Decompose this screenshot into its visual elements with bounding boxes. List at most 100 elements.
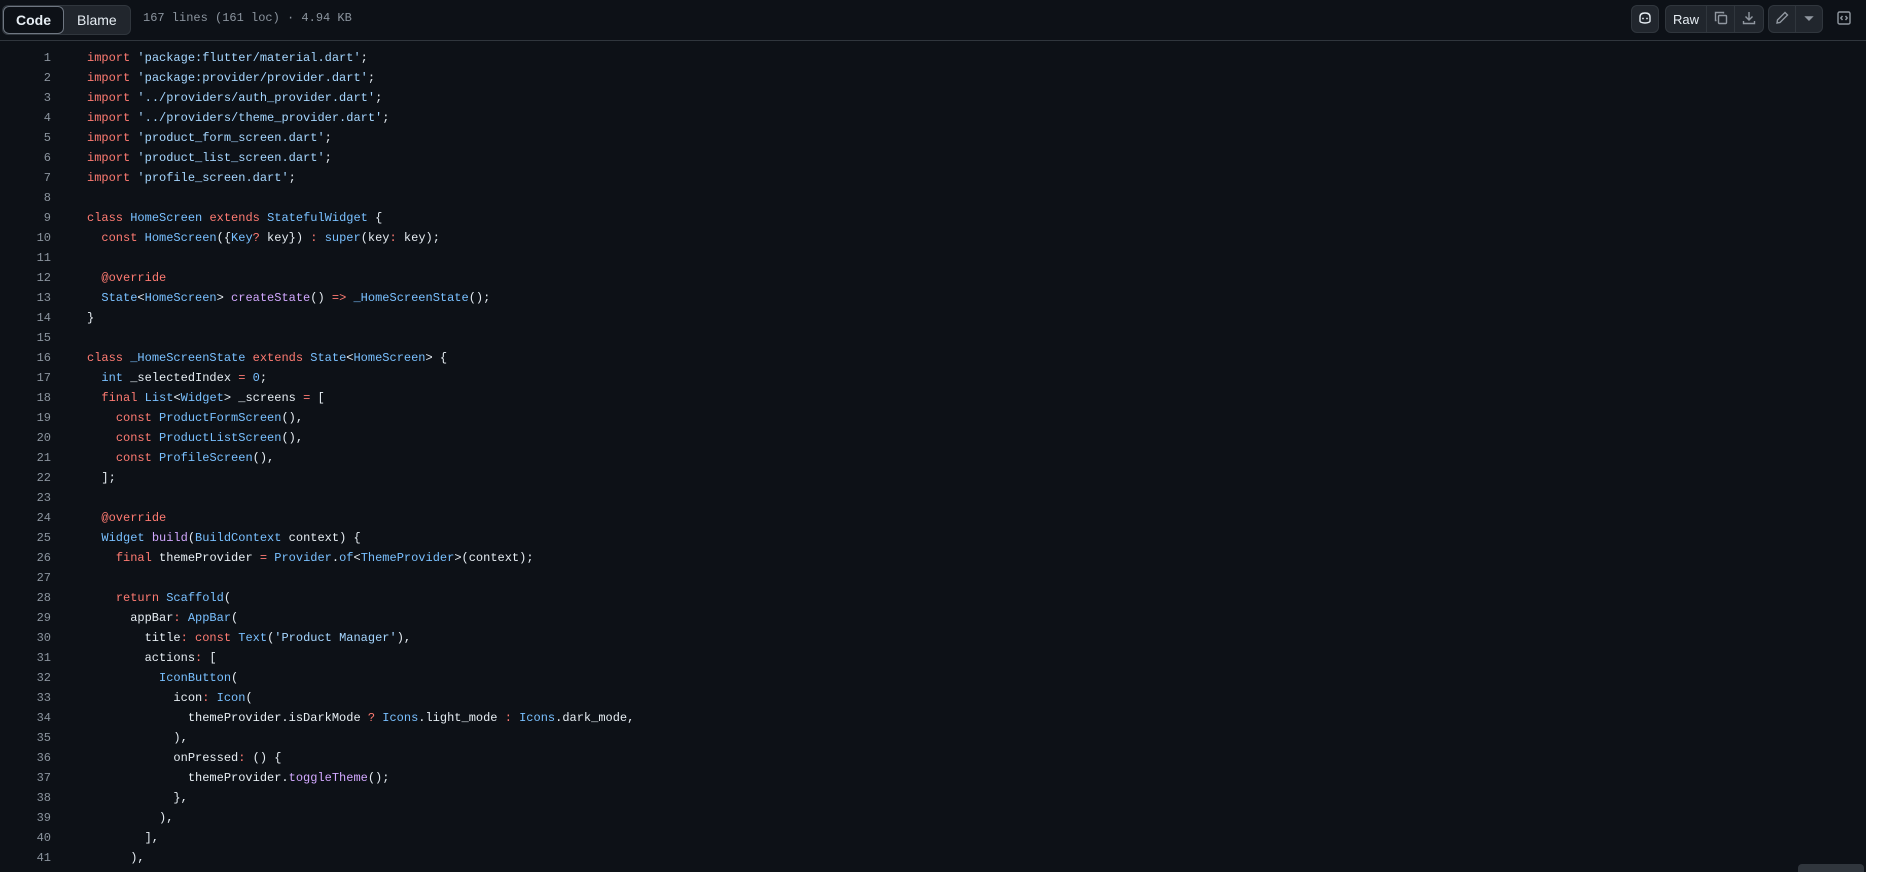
code-token: 0 — [252, 371, 260, 385]
code-tab[interactable]: Code — [3, 6, 64, 34]
line-number[interactable]: 12 — [0, 268, 51, 288]
symbols-panel-button[interactable] — [1831, 5, 1857, 33]
line-number[interactable]: 33 — [0, 688, 51, 708]
line-code: const HomeScreen({Key? key}) : super(key… — [87, 228, 440, 248]
line-number[interactable]: 31 — [0, 648, 51, 668]
code-token: : — [173, 611, 181, 625]
code-token: import — [87, 111, 131, 125]
code-token: () { — [245, 751, 282, 765]
code-token: Key — [231, 231, 253, 245]
line-number[interactable]: 34 — [0, 708, 51, 728]
line-number[interactable]: 32 — [0, 668, 51, 688]
line-number[interactable]: 10 — [0, 228, 51, 248]
code-token: State — [310, 351, 347, 365]
line-number[interactable]: 22 — [0, 468, 51, 488]
page-scrollbar[interactable] — [1866, 0, 1879, 872]
code-line: 11 — [0, 248, 1866, 268]
line-number[interactable]: 40 — [0, 828, 51, 848]
code-token: _HomeScreenState — [353, 291, 469, 305]
code-token: ( — [231, 671, 239, 685]
line-number[interactable]: 6 — [0, 148, 51, 168]
code-token: }, — [87, 791, 188, 805]
line-number[interactable]: 20 — [0, 428, 51, 448]
line-number[interactable]: 38 — [0, 788, 51, 808]
code-token: List — [144, 391, 174, 405]
line-code: const ProfileScreen(), — [87, 448, 274, 468]
line-number[interactable]: 28 — [0, 588, 51, 608]
blame-tab[interactable]: Blame — [64, 6, 130, 34]
code-viewer: Code Blame 167 lines (161 loc) · 4.94 KB… — [0, 0, 1879, 872]
code-token: (), — [281, 431, 304, 445]
code-token: 'package:flutter/material.dart' — [137, 51, 361, 65]
line-number[interactable]: 35 — [0, 728, 51, 748]
code-token: > _screens — [223, 391, 304, 405]
line-number[interactable]: 16 — [0, 348, 51, 368]
code-line: 1 import 'package:flutter/material.dart'; — [0, 48, 1866, 68]
code-line: 20 const ProductListScreen(), — [0, 428, 1866, 448]
copilot-icon — [1637, 10, 1653, 29]
line-number[interactable]: 39 — [0, 808, 51, 828]
edit-more-button[interactable] — [1796, 5, 1823, 33]
line-number[interactable]: 15 — [0, 328, 51, 348]
line-number[interactable]: 1 — [0, 48, 51, 68]
code-line: 18 final List<Widget> _screens = [ — [0, 388, 1866, 408]
line-number[interactable]: 41 — [0, 848, 51, 868]
line-number[interactable]: 3 — [0, 88, 51, 108]
horizontal-scrollbar-thumb[interactable] — [1798, 864, 1864, 872]
line-code: icon: Icon( — [87, 688, 253, 708]
line-number[interactable]: 21 — [0, 448, 51, 468]
code-line: 30 title: const Text('Product Manager'), — [0, 628, 1866, 648]
line-number[interactable]: 14 — [0, 308, 51, 328]
line-number[interactable]: 30 — [0, 628, 51, 648]
line-code: const ProductListScreen(), — [87, 428, 303, 448]
view-mode-toggle: Code Blame — [2, 5, 131, 35]
file-toolbar: Code Blame 167 lines (161 loc) · 4.94 KB… — [0, 0, 1866, 41]
line-number[interactable]: 13 — [0, 288, 51, 308]
line-number[interactable]: 4 — [0, 108, 51, 128]
line-number[interactable]: 5 — [0, 128, 51, 148]
code-line: 5 import 'product_form_screen.dart'; — [0, 128, 1866, 148]
line-number[interactable]: 24 — [0, 508, 51, 528]
line-number[interactable]: 2 — [0, 68, 51, 88]
line-code: IconButton( — [87, 668, 238, 688]
line-code: @override — [87, 508, 166, 528]
line-number[interactable]: 26 — [0, 548, 51, 568]
code-token: > { — [425, 351, 448, 365]
code-token: context) { — [281, 531, 361, 545]
code-token: ( — [245, 691, 253, 705]
line-number[interactable]: 23 — [0, 488, 51, 508]
line-code: Widget build(BuildContext context) { — [87, 528, 361, 548]
download-icon — [1741, 10, 1757, 29]
line-number[interactable]: 18 — [0, 388, 51, 408]
copilot-button[interactable] — [1631, 5, 1659, 33]
download-button[interactable] — [1735, 5, 1764, 33]
code-token: key); — [396, 231, 440, 245]
code-token: ; — [382, 111, 390, 125]
line-number[interactable]: 29 — [0, 608, 51, 628]
line-number[interactable]: 19 — [0, 408, 51, 428]
code-line: 16 class _HomeScreenState extends State<H… — [0, 348, 1866, 368]
line-number[interactable]: 27 — [0, 568, 51, 588]
code-token: 'product_list_screen.dart' — [137, 151, 325, 165]
code-token: themeProvider.isDarkMode — [87, 711, 368, 725]
line-number[interactable]: 17 — [0, 368, 51, 388]
code-token: final — [101, 391, 138, 405]
code-token: = — [259, 551, 268, 565]
line-number[interactable]: 9 — [0, 208, 51, 228]
line-number[interactable]: 7 — [0, 168, 51, 188]
edit-file-button[interactable] — [1768, 5, 1796, 33]
code-line: 12 @override — [0, 268, 1866, 288]
code-line: 7 import 'profile_screen.dart'; — [0, 168, 1866, 188]
raw-button[interactable]: Raw — [1665, 5, 1707, 33]
line-number[interactable]: 36 — [0, 748, 51, 768]
line-number[interactable]: 25 — [0, 528, 51, 548]
line-number[interactable]: 8 — [0, 188, 51, 208]
copy-raw-button[interactable] — [1707, 5, 1735, 33]
line-code: themeProvider.isDarkMode ? Icons.light_m… — [87, 708, 635, 728]
line-number[interactable]: 11 — [0, 248, 51, 268]
line-number[interactable]: 37 — [0, 768, 51, 788]
